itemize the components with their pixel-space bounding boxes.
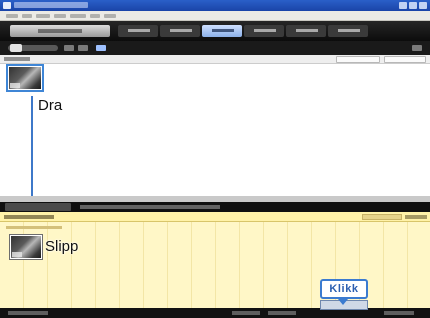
clip-badge: [10, 83, 20, 88]
menu-item[interactable]: [36, 13, 50, 18]
info-bar: [0, 202, 430, 212]
maximize-button[interactable]: [409, 2, 417, 9]
tab-active[interactable]: [202, 25, 242, 37]
library-label: [4, 57, 30, 61]
home-tab[interactable]: [10, 25, 110, 37]
tab[interactable]: [160, 25, 200, 37]
tab[interactable]: [244, 25, 284, 37]
menu-item[interactable]: [104, 13, 116, 18]
window-title: [14, 2, 88, 8]
minimize-button[interactable]: [399, 2, 407, 9]
toolbar: [0, 41, 430, 55]
callout-pointer: [338, 299, 348, 305]
menu-item[interactable]: [54, 13, 66, 18]
view-dropdown[interactable]: [384, 56, 426, 63]
close-button[interactable]: [419, 2, 427, 9]
drop-area-title: [4, 215, 54, 219]
click-instruction: Klikk: [329, 283, 359, 295]
menu-bar: [0, 11, 430, 21]
main-tab-bar: [0, 21, 430, 41]
video-thumbnail-icon[interactable]: [9, 234, 43, 260]
drag-instruction: Dra: [38, 97, 63, 114]
sort-dropdown[interactable]: [336, 56, 380, 63]
tab[interactable]: [286, 25, 326, 37]
slider-knob[interactable]: [10, 44, 22, 52]
menu-item[interactable]: [90, 13, 100, 18]
menu-item[interactable]: [6, 13, 18, 18]
status-text: [8, 311, 48, 315]
tab[interactable]: [328, 25, 368, 37]
info-text: [80, 205, 220, 209]
bottom-button[interactable]: [384, 311, 414, 315]
window-titlebar: [0, 0, 430, 11]
menu-item[interactable]: [22, 13, 32, 18]
drop-area-control[interactable]: [362, 214, 402, 220]
app-icon: [3, 2, 11, 9]
clip-badge: [12, 252, 22, 257]
drop-area-header: [0, 212, 430, 222]
drop-instruction: Slipp: [45, 238, 79, 255]
library-header: [0, 55, 430, 64]
tool-icon[interactable]: [412, 45, 422, 51]
bottom-button[interactable]: [268, 311, 296, 315]
bottom-button[interactable]: [232, 311, 260, 315]
window-controls: [399, 2, 427, 9]
video-thumbnail-icon[interactable]: [6, 64, 44, 92]
info-button[interactable]: [5, 203, 71, 211]
drop-area-info: [405, 215, 427, 219]
zoom-slider[interactable]: [8, 44, 58, 52]
tool-icon[interactable]: [64, 45, 74, 51]
drop-area-subtitle: [6, 226, 62, 229]
tab[interactable]: [118, 25, 158, 37]
tool-icon[interactable]: [78, 45, 88, 51]
menu-item[interactable]: [70, 13, 86, 18]
click-callout: Klikk: [320, 279, 368, 299]
tool-icon[interactable]: [96, 45, 106, 51]
media-library: [0, 64, 430, 196]
